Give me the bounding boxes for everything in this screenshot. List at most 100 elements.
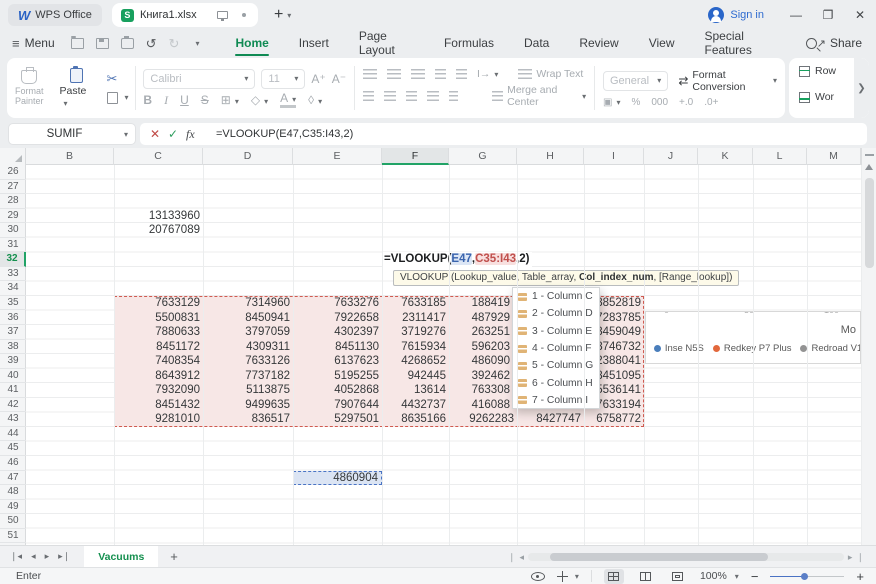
ribbon-tab-home[interactable]: Home (233, 32, 270, 54)
main-menu-button[interactable]: ≡ Menu (12, 36, 55, 51)
column-header-M[interactable]: M (807, 148, 861, 165)
cancel-entry-button[interactable]: ✕ (150, 127, 168, 141)
ribbon-tab-review[interactable]: Review (577, 32, 620, 54)
quickbar-chevron-icon[interactable]: ▾ (195, 39, 199, 48)
split-handle-icon[interactable] (865, 154, 874, 156)
cell-G41[interactable]: 763308 (449, 383, 517, 398)
cell-G43[interactable]: 9262283 (449, 412, 517, 427)
decrease-indent-icon[interactable] (435, 69, 446, 79)
percent-format-button[interactable]: % (631, 97, 640, 108)
align-top-icon[interactable] (363, 69, 377, 79)
ribbon-tab-view[interactable]: View (647, 32, 677, 54)
row-header-27[interactable]: 27 (0, 180, 26, 195)
scroll-left-arrow-icon[interactable]: ◂ (520, 552, 525, 563)
dropdown-item-5[interactable]: 5 - Column G (513, 357, 599, 374)
cell-G39[interactable]: 486090 (449, 354, 517, 369)
row-header-28[interactable]: 28 (0, 194, 26, 209)
bold-button[interactable]: B (143, 93, 152, 107)
cut-icon[interactable]: ✂ (107, 73, 129, 85)
cell-F36[interactable]: 2311417 (382, 311, 449, 326)
undo-icon[interactable]: ↺ (146, 38, 157, 49)
row-header-29[interactable]: 29 (0, 209, 26, 224)
column-header-K[interactable]: K (698, 148, 753, 165)
document-tab[interactable]: S Книга1.xlsx (112, 3, 258, 27)
dropdown-item-3[interactable]: 3 - Column E (513, 323, 599, 340)
row-header-36[interactable]: 36 (0, 311, 26, 326)
zoom-out-button[interactable]: − (751, 569, 759, 584)
cell-D38[interactable]: 4309311 (203, 340, 293, 355)
first-sheet-button[interactable]: ❘◂ (10, 551, 22, 562)
dropdown-item-6[interactable]: 6 - Column H (513, 374, 599, 391)
prev-sheet-button[interactable]: ◂ (31, 551, 36, 562)
increase-decimal-button[interactable]: +.0 (679, 97, 693, 108)
row-header-41[interactable]: 41 (0, 383, 26, 398)
ribbon-tab-data[interactable]: Data (522, 32, 551, 54)
scroll-right-arrow-icon[interactable]: ▸ (848, 552, 853, 563)
minimize-button[interactable]: — (780, 8, 812, 22)
column-header-C[interactable]: C (114, 148, 203, 165)
cell-I43[interactable]: 6758772 (584, 412, 644, 427)
cell-F39[interactable]: 4268652 (382, 354, 449, 369)
row-header-39[interactable]: 39 (0, 354, 26, 369)
cell-H43[interactable]: 8427747 (517, 412, 584, 427)
dropdown-item-1[interactable]: 1 - Column C (513, 288, 599, 305)
share-button[interactable]: ↗ Share (817, 36, 862, 50)
select-all-corner[interactable] (0, 148, 26, 165)
cell-G42[interactable]: 416088 (449, 398, 517, 413)
paste-button[interactable]: Paste ▾ (52, 58, 101, 118)
cell-F40[interactable]: 942445 (382, 369, 449, 384)
shrink-font-button[interactable]: A⁻ (332, 72, 346, 86)
column-header-F[interactable]: F (382, 148, 449, 165)
cell-D36[interactable]: 8450941 (203, 311, 293, 326)
cell-F43[interactable]: 8635166 (382, 412, 449, 427)
dropdown-item-4[interactable]: 4 - Column F (513, 340, 599, 357)
merge-center-button[interactable]: Merge and Center ▾ (492, 84, 586, 108)
row-header-38[interactable]: 38 (0, 340, 26, 355)
page-layout-view-button[interactable] (668, 569, 688, 584)
cell-E38[interactable]: 8451130 (293, 340, 382, 355)
format-painter-button[interactable]: Format Painter (7, 58, 52, 118)
row-header-32[interactable]: 32 (0, 252, 26, 267)
search-icon[interactable] (806, 38, 817, 49)
cell-F37[interactable]: 3719276 (382, 325, 449, 340)
row-header-42[interactable]: 42 (0, 398, 26, 413)
row-header-50[interactable]: 50 (0, 514, 26, 529)
save-icon[interactable] (96, 38, 109, 49)
vertical-scrollbar[interactable] (861, 148, 876, 545)
row-header-35[interactable]: 35 (0, 296, 26, 311)
cell-C38[interactable]: 8451172 (114, 340, 203, 355)
cell-D40[interactable]: 7737182 (203, 369, 293, 384)
cell-C39[interactable]: 7408354 (114, 354, 203, 369)
row-header-26[interactable]: 26 (0, 165, 26, 180)
zoom-slider-knob[interactable] (801, 573, 808, 580)
cell-D43[interactable]: 836517 (203, 412, 293, 427)
row-header-30[interactable]: 30 (0, 223, 26, 238)
vertical-scroll-thumb[interactable] (865, 178, 874, 268)
row-header-48[interactable]: 48 (0, 485, 26, 500)
cell-C42[interactable]: 8451432 (114, 398, 203, 413)
last-sheet-button[interactable]: ▸❘ (58, 551, 70, 562)
cell-E42[interactable]: 7907644 (293, 398, 382, 413)
active-cell-formula-editor[interactable]: =VLOOKUP(E47,C35:I43,2) (383, 252, 532, 267)
column-header-J[interactable]: J (644, 148, 698, 165)
tab-list-chevron-icon[interactable]: ▾ (287, 11, 291, 20)
cell-F38[interactable]: 7615934 (382, 340, 449, 355)
horizontal-scrollbar[interactable]: ❘ ◂ ▸ ❘ (508, 552, 864, 562)
column-header-I[interactable]: I (584, 148, 644, 165)
align-left-icon[interactable] (363, 91, 375, 101)
lookup-value-cell[interactable]: 4860904 (293, 471, 382, 486)
row-header-47[interactable]: 47 (0, 471, 26, 486)
row-header-31[interactable]: 31 (0, 238, 26, 253)
cell-C29[interactable]: 13133960 (114, 209, 203, 224)
next-sheet-button[interactable]: ▸ (45, 551, 50, 562)
hscroll-track[interactable] (528, 553, 844, 561)
cell-E43[interactable]: 5297501 (293, 412, 382, 427)
row-header-37[interactable]: 37 (0, 325, 26, 340)
column-header-G[interactable]: G (449, 148, 517, 165)
scroll-up-arrow-icon[interactable] (865, 164, 873, 170)
column-header-L[interactable]: L (753, 148, 807, 165)
cell-E40[interactable]: 5195255 (293, 369, 382, 384)
align-middle-icon[interactable] (387, 69, 401, 79)
cell-G40[interactable]: 392462 (449, 369, 517, 384)
print-icon[interactable] (121, 38, 134, 49)
